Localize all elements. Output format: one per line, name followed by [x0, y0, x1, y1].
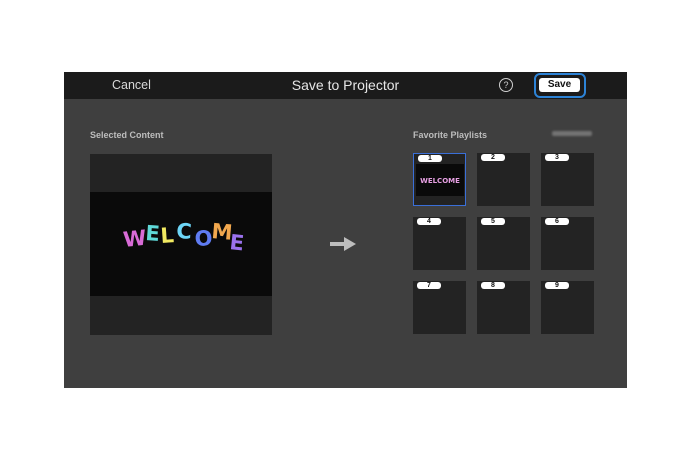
welcome-letter: L	[160, 223, 175, 248]
slot-number-badge: 1	[418, 155, 442, 162]
playlist-slot-8[interactable]: 8	[477, 281, 530, 334]
save-button[interactable]: Save	[539, 78, 580, 92]
welcome-graphic: WE L C OME	[122, 219, 245, 255]
slot-thumbnail: WELCOME	[416, 164, 464, 196]
header-bar: Cancel Save to Projector ? Save	[64, 72, 627, 99]
playlist-slot-2[interactable]: 2	[477, 153, 530, 206]
playlist-slot-6[interactable]: 6	[541, 217, 594, 270]
arrow-right-icon	[330, 237, 356, 251]
slot-number-badge: 4	[417, 218, 441, 225]
playlist-slot-4[interactable]: 4	[413, 217, 466, 270]
playlist-slot-3[interactable]: 3	[541, 153, 594, 206]
thumbnail-text: WELCOME	[420, 177, 460, 185]
help-icon[interactable]: ?	[499, 78, 513, 92]
favorite-playlists-label: Favorite Playlists	[413, 130, 488, 140]
save-to-projector-dialog: Cancel Save to Projector ? Save Selected…	[64, 72, 627, 388]
playlist-slot-5[interactable]: 5	[477, 217, 530, 270]
playlist-slot-9[interactable]: 9	[541, 281, 594, 334]
content-image: WELCOME	[90, 192, 272, 296]
slot-number-badge: 2	[481, 154, 505, 161]
slot-number-badge: 6	[545, 218, 569, 225]
save-button-highlight: Save	[534, 73, 586, 98]
playlist-slot-1[interactable]: 1 WELCOME	[413, 153, 466, 206]
welcome-thumbnail-graphic: WELCOME	[420, 177, 460, 185]
slot-number-badge: 7	[417, 282, 441, 289]
selected-content-preview: WELCOME	[90, 154, 272, 335]
slot-number-badge: 3	[545, 154, 569, 161]
welcome-letter: W	[122, 226, 148, 252]
slot-number-badge: 5	[481, 218, 505, 225]
playlist-slot-7[interactable]: 7	[413, 281, 466, 334]
slot-number-badge: 8	[481, 282, 505, 289]
welcome-letter: C	[176, 219, 193, 244]
blurred-text	[552, 131, 592, 136]
welcome-letter: E	[145, 221, 161, 246]
slot-number-badge: 9	[545, 282, 569, 289]
selected-content-label: Selected Content	[90, 130, 164, 140]
welcome-letter: E	[228, 230, 245, 255]
